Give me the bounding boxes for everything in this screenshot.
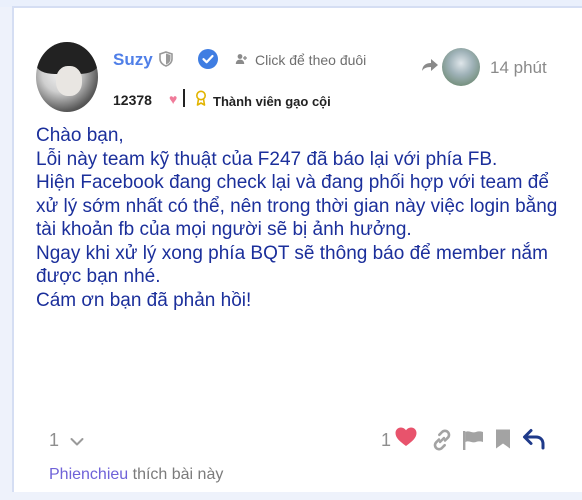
bookmark-icon[interactable] — [494, 428, 512, 455]
avatar-face — [56, 66, 82, 96]
content-line: Hiện Facebook đang check lại và đang phố… — [36, 172, 558, 240]
content-line: Ngay khi xử lý xong phía BQT sẽ thông bá… — [36, 242, 548, 288]
flag-icon[interactable] — [461, 429, 485, 456]
author-username[interactable]: Suzy — [113, 50, 153, 70]
shield-icon — [159, 51, 173, 72]
reply-arrow-icon[interactable] — [421, 58, 439, 77]
link-icon[interactable] — [431, 429, 453, 456]
divider — [183, 89, 185, 107]
like-count[interactable]: 1 — [381, 430, 391, 451]
likers-summary: Phienchieu thích bài này — [49, 466, 223, 484]
author-avatar[interactable] — [36, 42, 98, 112]
post-time[interactable]: 14 phút — [490, 58, 547, 78]
reply-icon[interactable] — [522, 428, 546, 455]
content-line: Cám ơn bạn đã phản hồi! — [36, 289, 252, 311]
medal-icon — [194, 90, 208, 109]
chevron-down-icon — [70, 431, 84, 452]
follow-label: Click để theo đuôi — [255, 52, 367, 68]
liker-name[interactable]: Phienchieu — [49, 466, 128, 483]
person-add-icon — [235, 52, 247, 68]
post-content: Chào bạn, Lỗi này team kỹ thuật của F247… — [36, 124, 566, 312]
heart-icon[interactable] — [394, 426, 418, 453]
post-card: Suzy Click để theo đuôi 14 phút 12378 ♥ — [12, 6, 582, 492]
heart-icon: ♥ — [169, 91, 178, 107]
reply-to-avatar[interactable] — [442, 48, 480, 86]
content-line: Lỗi này team kỹ thuật của F247 đã báo lạ… — [36, 148, 498, 170]
follow-button[interactable]: Click để theo đuôi — [235, 52, 366, 68]
reply-count: 1 — [49, 430, 60, 450]
author-score: 12378 — [113, 92, 152, 108]
author-title: Thành viên gạo cội — [213, 94, 331, 109]
content-line: Chào bạn, — [36, 125, 124, 146]
replies-toggle[interactable]: 1 — [49, 430, 84, 452]
verified-check-icon — [197, 48, 219, 75]
likers-suffix: thích bài này — [132, 466, 224, 483]
